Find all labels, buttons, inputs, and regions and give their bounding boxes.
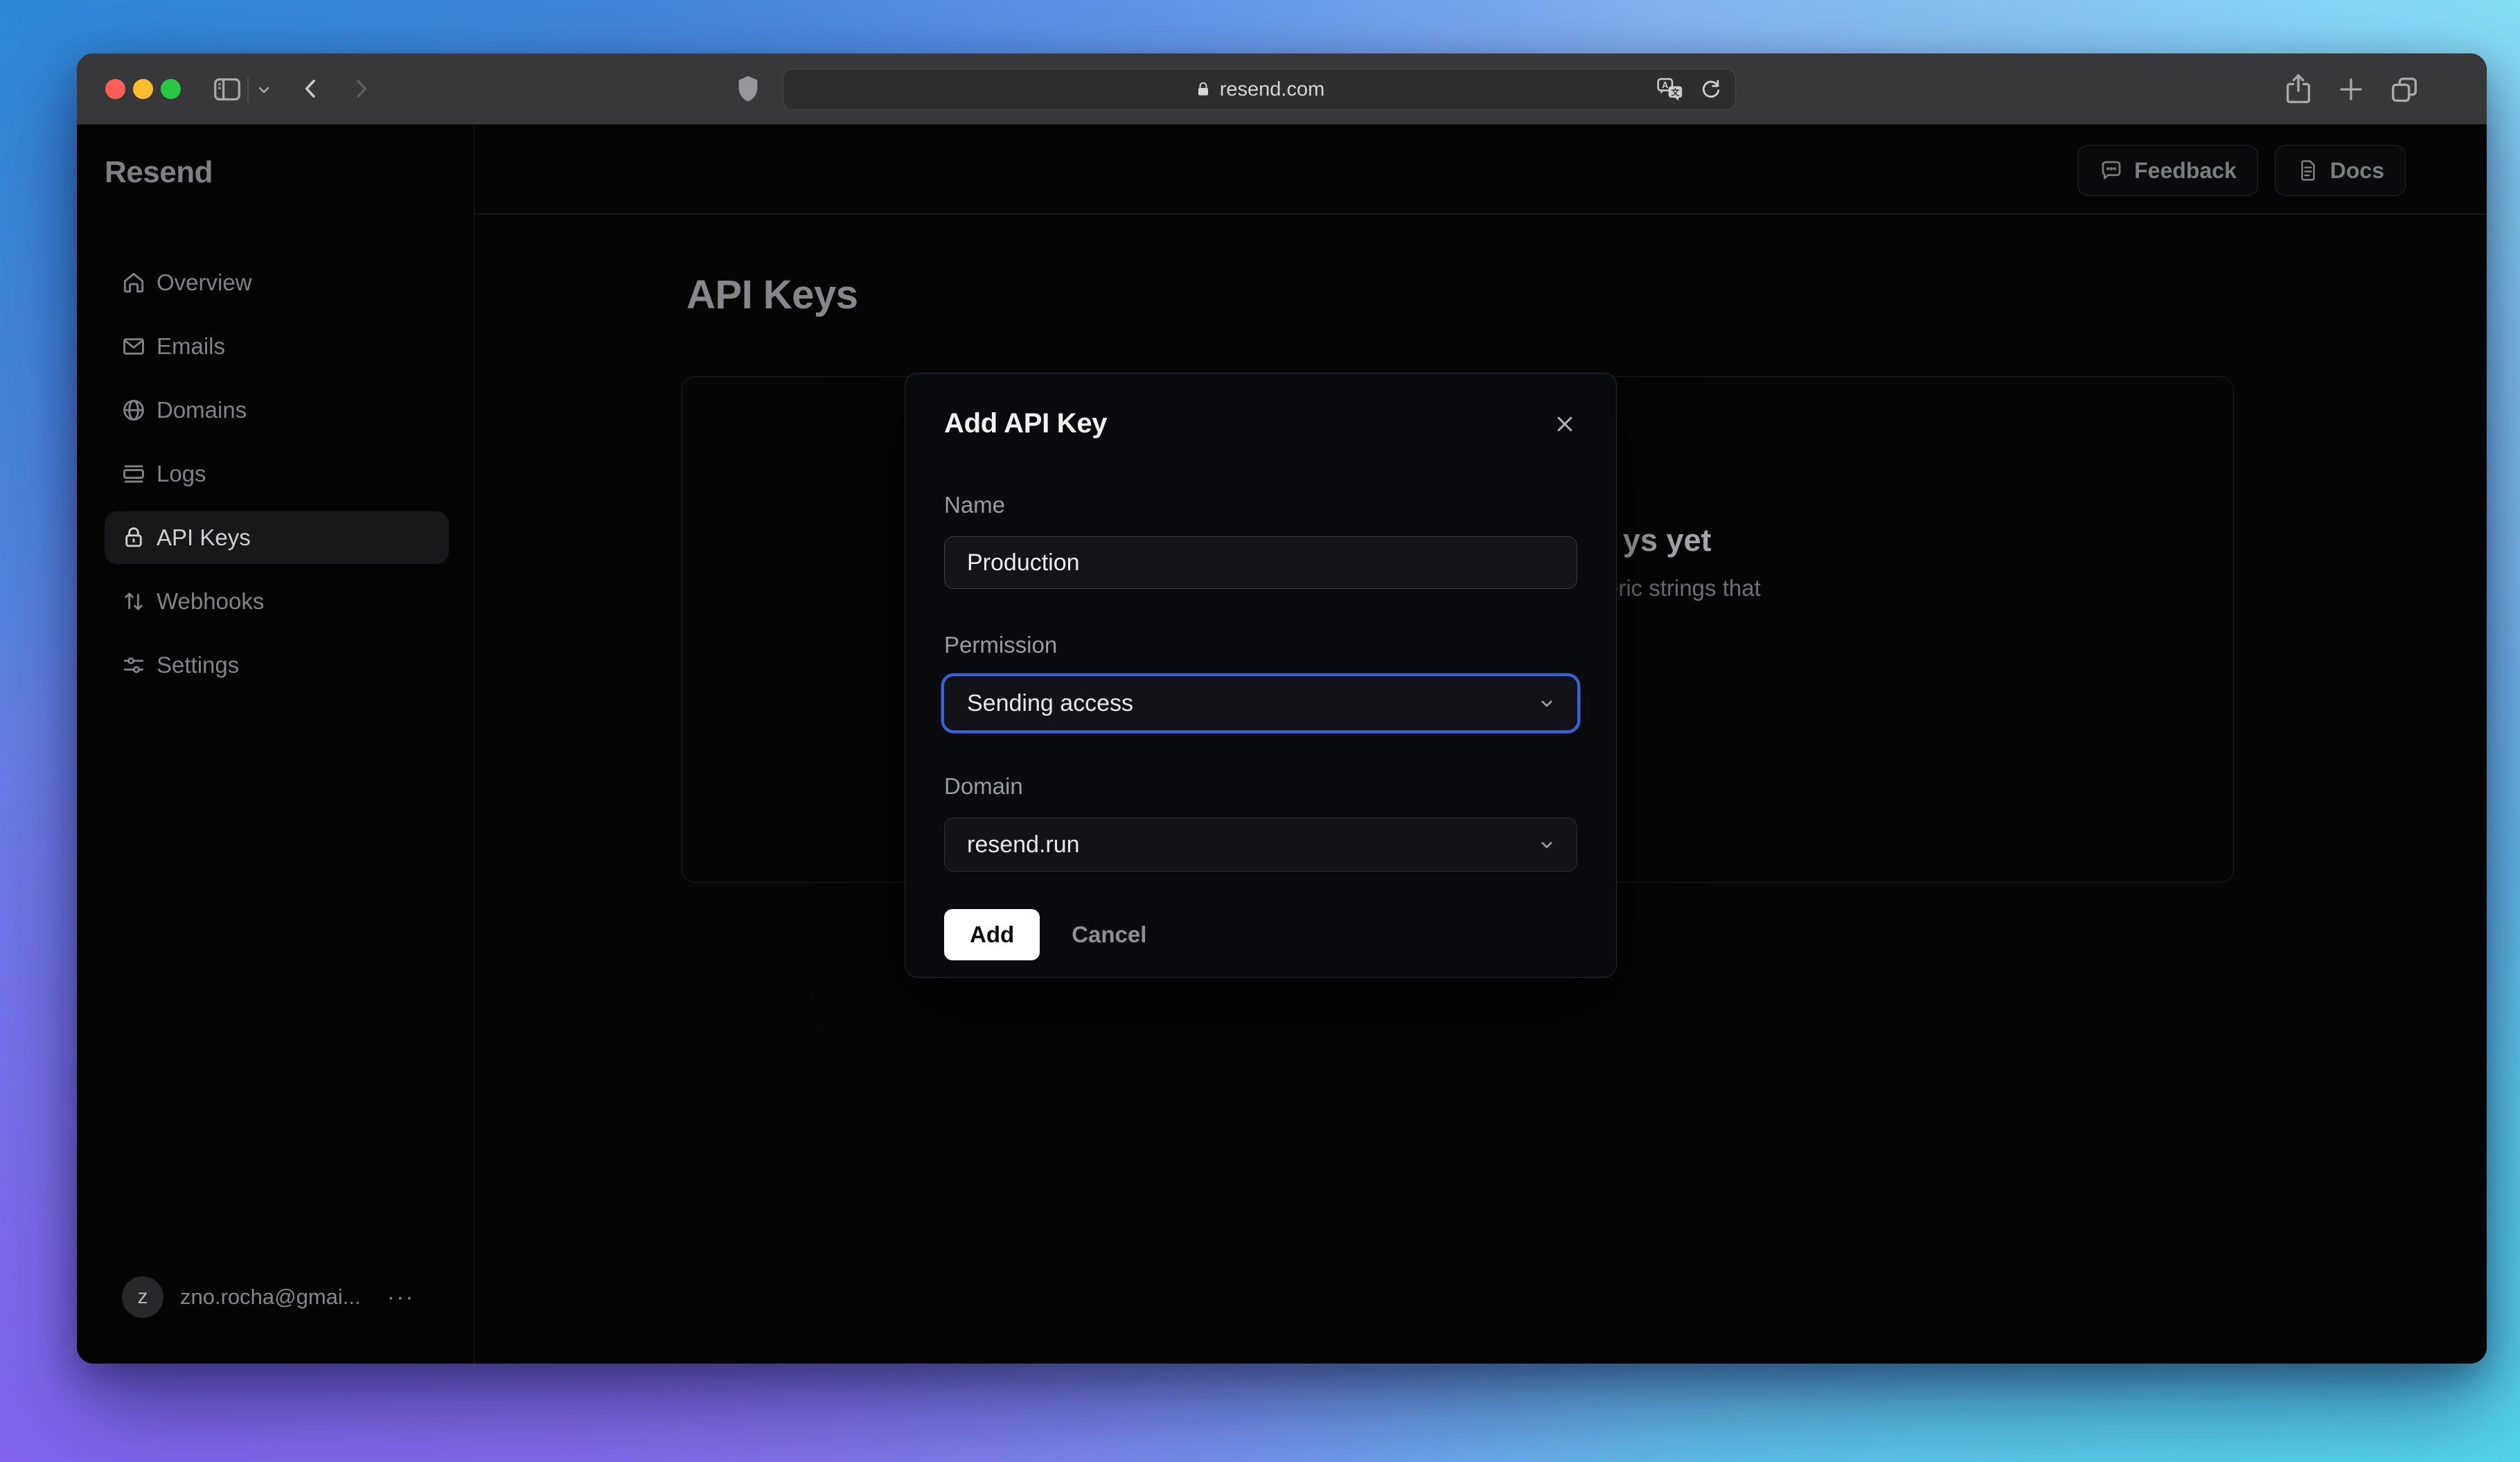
arrows-up-down-icon [121,588,147,615]
sidebar-item-label: Emails [157,333,226,359]
feedback-label: Feedback [2134,157,2237,183]
sidebar-item-domains[interactable]: Domains [105,384,449,437]
url-center: resend.com [783,69,1735,109]
sidebar-item-label: Logs [157,461,206,486]
docs-button[interactable]: Docs [2274,145,2406,196]
chevron-down-icon [1536,693,1557,714]
privacy-shield-icon[interactable] [732,72,764,105]
account-row[interactable]: z zno.rocha@gmai... ··· [122,1276,415,1318]
sidebar-nav: Overview Emails Domains Logs API Keys We… [105,256,449,703]
sidebar-item-webhooks[interactable]: Webhooks [105,575,449,628]
https-lock-icon [1194,80,1212,98]
globe-icon [121,397,147,423]
sidebar-item-emails[interactable]: Emails [105,320,449,373]
sidebar-item-label: Overview [157,270,252,295]
domain-label: Domain [944,773,1023,799]
back-button-icon[interactable] [298,76,324,102]
domain-select[interactable]: resend.run [944,818,1577,872]
empty-state-heading-fragment: ys yet [1623,522,1712,558]
empty-state-body-fragment: eric strings that [1606,575,1761,601]
svg-text:文: 文 [1671,87,1680,97]
close-icon[interactable] [1552,412,1577,437]
domain-value: resend.run [967,831,1080,858]
account-menu-icon[interactable]: ··· [387,1284,415,1311]
sidebar-item-label: Settings [157,652,240,678]
feedback-button[interactable]: Feedback [2077,145,2258,196]
browser-window: resend.com A 文 Resend Overview Emails Do… [77,53,2487,1364]
chevron-down-icon [1536,834,1557,855]
docs-label: Docs [2330,157,2384,183]
sidebar-item-api-keys[interactable]: API Keys [105,511,449,564]
permission-value: Sending access [967,689,1134,716]
resend-logo: Resend [105,155,213,189]
toolbar-divider [247,76,249,103]
sidebar-item-label: Domains [157,397,247,423]
sidebar-chevron-down-icon[interactable] [256,82,272,98]
sidebar-item-logs[interactable]: Logs [105,448,449,500]
sliders-icon [121,652,147,678]
header-divider [474,213,2487,215]
document-icon [2296,159,2320,182]
reload-icon[interactable] [1699,78,1723,101]
forward-button-icon[interactable] [348,76,374,102]
add-button[interactable]: Add [944,909,1040,960]
logs-icon [121,461,147,487]
url-text: resend.com [1219,78,1325,100]
traffic-minimize-button[interactable] [133,79,153,99]
sidebar-item-label: Webhooks [157,588,265,614]
permission-select[interactable]: Sending access [944,676,1577,730]
cancel-button[interactable]: Cancel [1072,922,1146,948]
new-tab-icon[interactable] [2336,75,2366,104]
modal-title: Add API Key [944,408,1108,439]
url-bar[interactable]: resend.com A 文 [783,69,1736,110]
sidebar-item-settings[interactable]: Settings [105,639,449,692]
name-label: Name [944,492,1006,518]
avatar: z [122,1276,163,1318]
sidebar-toggle-icon[interactable] [211,73,243,105]
sidebar-item-overview[interactable]: Overview [105,256,449,309]
lock-icon [121,525,147,551]
feedback-bubble-icon [2099,158,2124,183]
page-title: API Keys [686,272,858,317]
tab-overview-icon[interactable] [2388,73,2420,105]
mail-icon [121,333,147,360]
traffic-zoom-button[interactable] [161,79,181,99]
add-api-key-modal: Add API Key Name Permission Sending acce… [905,373,1617,978]
translate-icon[interactable]: A 文 [1656,77,1684,102]
share-icon[interactable] [2282,72,2314,107]
sidebar-item-label: API Keys [157,525,251,550]
svg-text:A: A [1662,80,1668,90]
account-email: zno.rocha@gmai... [180,1285,361,1309]
name-input[interactable] [944,536,1577,589]
sidebar: Resend Overview Emails Domains Logs API … [77,125,474,1364]
home-icon [121,270,147,296]
traffic-close-button[interactable] [105,79,125,99]
permission-label: Permission [944,632,1058,658]
browser-toolbar: resend.com A 文 [77,53,2487,125]
